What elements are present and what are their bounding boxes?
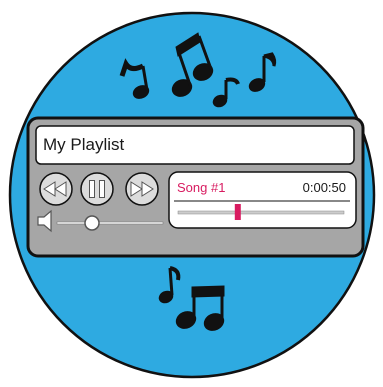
track-time: 0:00:50: [302, 180, 346, 195]
playlist-title: My Playlist: [43, 135, 125, 154]
song-title: Song #1: [177, 180, 226, 195]
volume-knob[interactable]: [84, 215, 100, 231]
progress-marker[interactable]: [234, 204, 241, 220]
pause-button[interactable]: [80, 172, 114, 206]
rewind-button[interactable]: [39, 172, 73, 206]
fast-forward-button[interactable]: [125, 172, 159, 206]
